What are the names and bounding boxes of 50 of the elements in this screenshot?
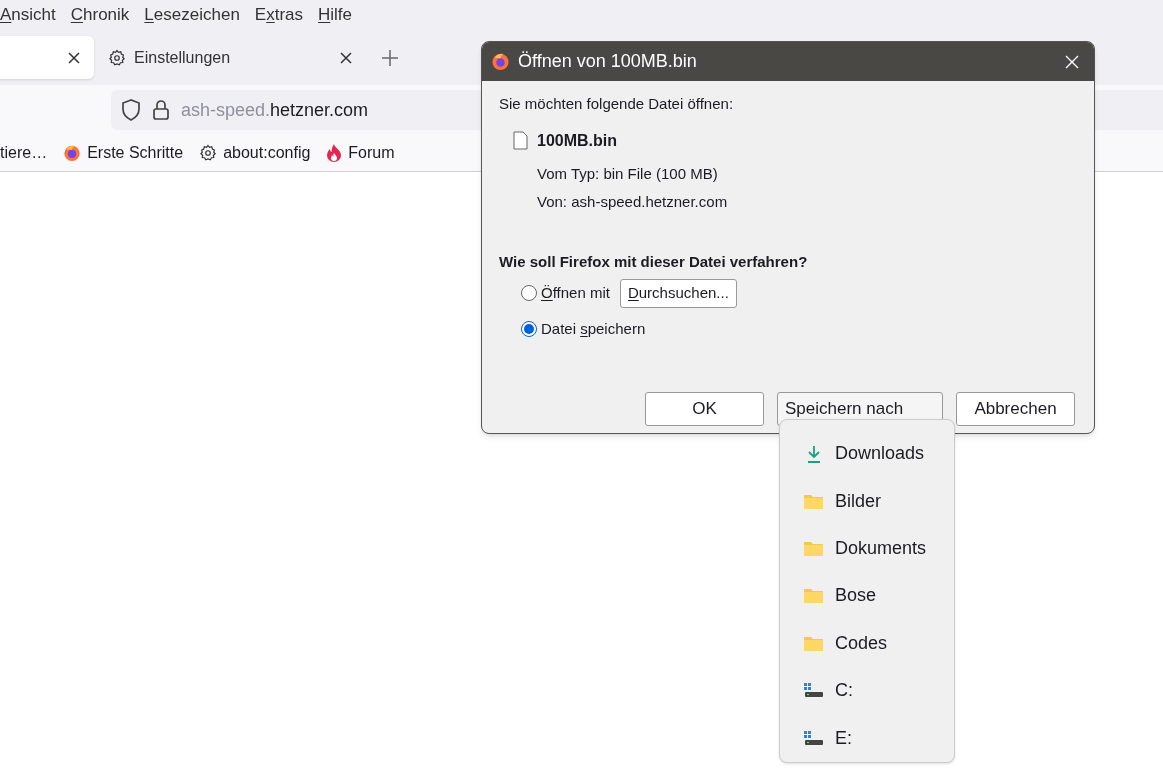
question-text: Wie soll Firefox mit dieser Datei verfahren? — [499, 251, 809, 272]
flame-icon — [326, 144, 343, 162]
url-text: ash-speed.hetzner.com — [181, 98, 369, 122]
radio-button[interactable] — [521, 321, 537, 337]
menu-item[interactable]: Ansicht — [0, 2, 56, 28]
browser-tab[interactable]: Einstellungen — [94, 36, 366, 79]
file-type-text: Vom Typ: bin File (100 MB) — [537, 163, 719, 184]
browser-logo-icon — [491, 52, 510, 71]
folder-icon — [804, 541, 823, 557]
gear-icon — [199, 144, 218, 162]
dialog-title: Öffnen von 100MB.bin — [518, 50, 697, 73]
browser-logo-icon — [63, 144, 82, 162]
intro-text: Sie möchten folgende Datei öffnen: — [499, 94, 735, 114]
dialog-button[interactable]: OK — [645, 392, 764, 426]
dialog-button[interactable]: Abbrechen — [956, 392, 1075, 426]
menu-item[interactable]: Bilder — [780, 477, 954, 525]
shield-icon — [121, 99, 141, 121]
menu-item[interactable]: Hilfe — [318, 2, 353, 28]
tab-title: Einstellungen — [134, 47, 231, 68]
gear-icon — [108, 48, 126, 67]
download-icon — [805, 444, 822, 463]
menu-item[interactable]: Codes — [780, 619, 954, 668]
menu-item[interactable]: Downloads — [780, 430, 954, 478]
radio-button[interactable] — [521, 285, 537, 301]
bookmark-link[interactable]: Forum — [348, 141, 395, 165]
menu-item[interactable]: E: — [780, 714, 954, 762]
folder-icon — [804, 588, 823, 604]
file-source-text: Von: ash-speed.hetzner.com — [537, 192, 729, 212]
menu-item[interactable]: Dokuments — [780, 524, 954, 573]
lock-icon — [153, 100, 169, 120]
menu-item[interactable]: C: — [780, 667, 954, 715]
file-icon — [513, 131, 528, 150]
browse-button[interactable]: Durchsuchen... — [619, 278, 737, 308]
radio-option[interactable]: Öffnen mit — [521, 281, 610, 305]
new-tab-icon[interactable] — [382, 49, 398, 66]
bookmark-link[interactable]: about:config — [223, 141, 311, 165]
menu-item[interactable]: Chronik — [70, 2, 130, 28]
radio-option[interactable]: Datei speichern — [521, 317, 646, 341]
menu-item[interactable]: Extras — [254, 2, 304, 28]
drive-icon — [804, 730, 823, 746]
folder-icon — [804, 635, 823, 651]
close-icon[interactable] — [68, 51, 80, 64]
close-icon[interactable] — [340, 51, 352, 64]
folder-icon — [804, 493, 823, 509]
drive-icon — [804, 683, 823, 699]
bookmark-link[interactable]: Erste Schritte — [87, 141, 184, 165]
bookmark-link[interactable]: tiere… — [0, 141, 48, 165]
menu-item[interactable]: Bose — [780, 572, 954, 620]
menu-item[interactable]: Lesezeichen — [144, 2, 240, 28]
file-name: 100MB.bin — [537, 130, 617, 151]
